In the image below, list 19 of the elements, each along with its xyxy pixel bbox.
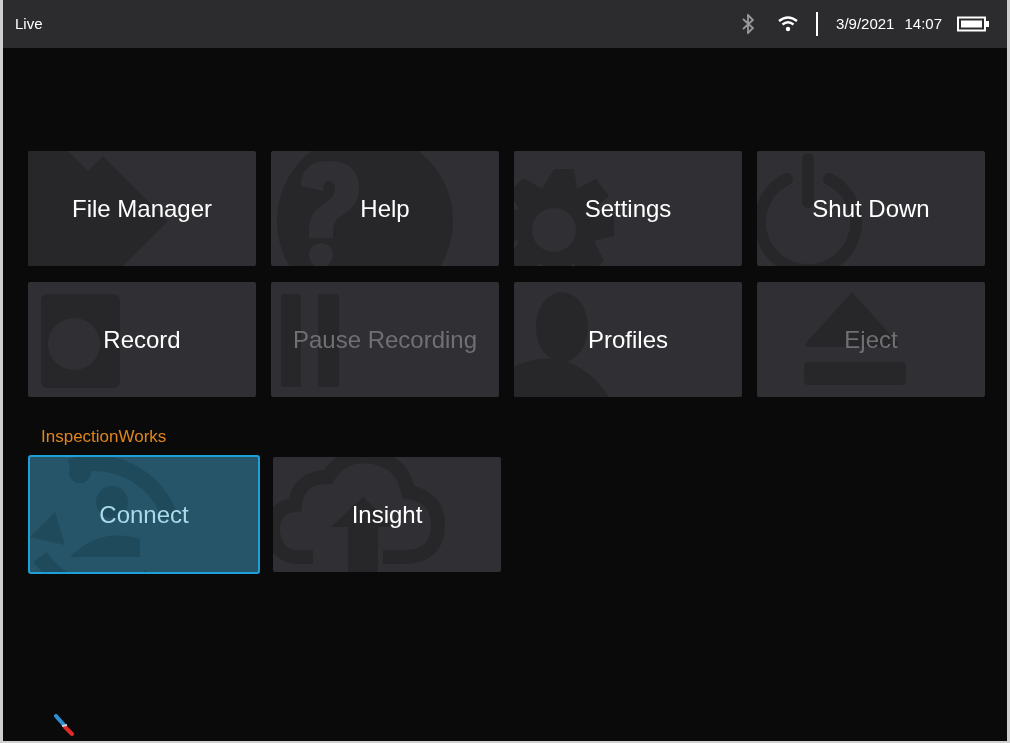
cloud-upload-icon (273, 457, 445, 572)
menu-tile[interactable]: Profiles (514, 282, 742, 397)
power-icon (757, 153, 862, 266)
status-time: 14:07 (904, 13, 942, 34)
section-title: InspectionWorks (41, 427, 168, 447)
bluetooth-icon (742, 14, 755, 34)
menu-tile[interactable]: Settings (514, 151, 742, 266)
menu-tile[interactable]: Connect (28, 455, 260, 574)
status-date: 3/9/2021 (836, 13, 895, 34)
wifi-icon (778, 16, 799, 32)
menu-tile[interactable]: Record (28, 282, 256, 397)
battery-icon (957, 16, 989, 32)
logo-icon (53, 714, 77, 736)
menu-tile[interactable]: Help (271, 151, 499, 266)
menu-tile[interactable]: Insight (273, 457, 501, 572)
question-mark-icon (277, 151, 453, 266)
menu-tile[interactable]: File Manager (28, 151, 256, 266)
mode-label: Live (15, 13, 43, 34)
menu-tile[interactable]: Shut Down (757, 151, 985, 266)
